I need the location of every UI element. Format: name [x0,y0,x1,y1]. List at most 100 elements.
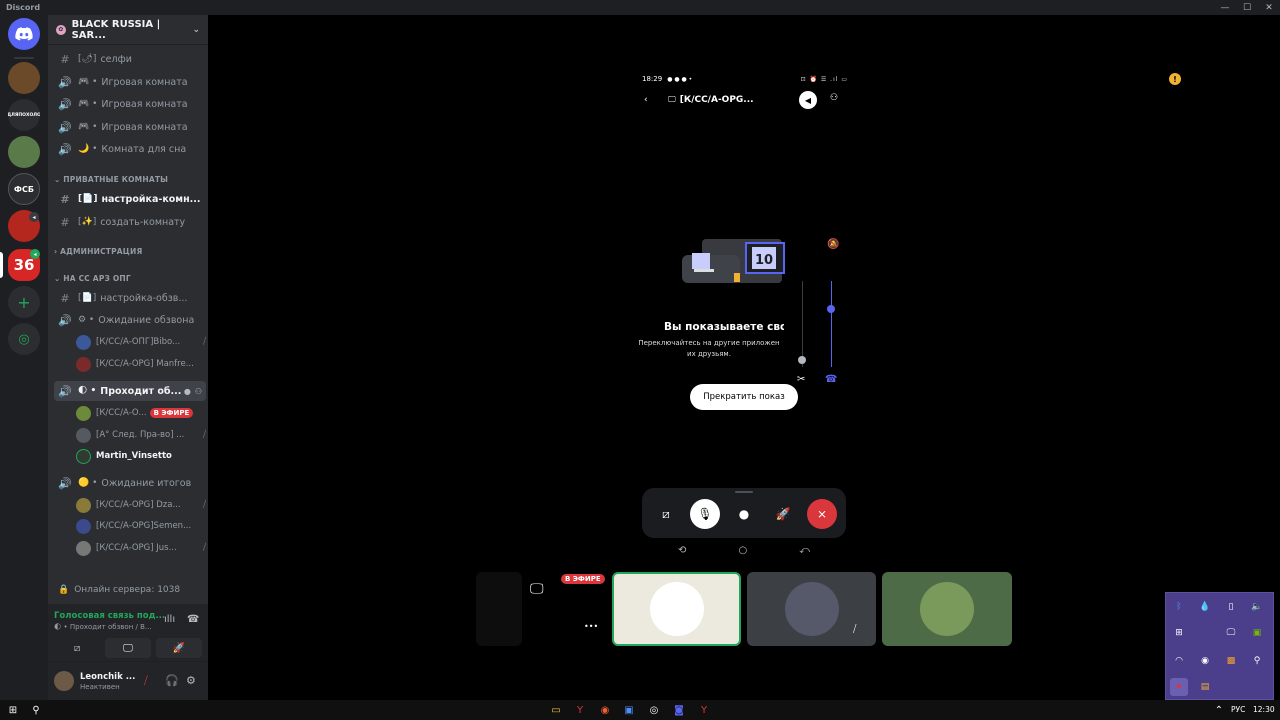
pin-icon[interactable]: ⚲ [1248,652,1266,670]
category-private-rooms[interactable]: ⌄ ПРИВАТНЫЕ КОМНАТЫ [54,175,168,184]
voice-user[interactable]: [К/СС/А-ОПГ]Bibo... ⧸ [76,333,206,351]
note-icon[interactable]: ▤ [1196,678,1214,696]
camera-off-button[interactable]: ⧄ [54,638,100,658]
add-server-button[interactable]: + [8,286,40,318]
server-icon-fsb[interactable]: ФСБ [8,173,40,205]
drag-handle[interactable] [735,491,753,493]
warning-icon[interactable]: ! [1169,73,1181,85]
participant-tile-speaking[interactable] [612,572,741,646]
camera-off-button[interactable]: ⧄ [651,499,681,529]
volume-slider-track[interactable] [802,281,803,367]
mic-slider-knob[interactable] [827,305,835,313]
volume-slider-knob[interactable] [798,356,806,364]
yandex-icon[interactable]: Y [697,703,711,717]
search-icon[interactable]: ⚲ [29,703,43,717]
avatar[interactable] [54,671,74,691]
discover-button[interactable]: ◎ [8,323,40,355]
steam-icon[interactable]: ◎ [647,703,661,717]
channel-game-room-2[interactable]: 🔊 🎮 • Игровая комната [54,94,206,114]
chrome-icon[interactable]: ◉ [1196,652,1214,670]
voice-status[interactable]: Голосовая связь под... [54,611,165,621]
participant-tile[interactable]: ⧸ [747,572,876,646]
yandex-browser-icon[interactable]: Y [573,703,587,717]
channel-game-room-3[interactable]: 🔊 🎮 • Игровая комната [54,117,206,137]
guild-header[interactable]: ✿ BLACK RUSSIA | SAR... ⌄ [48,15,208,45]
stream-tile-self[interactable]: 🖵 В ЭФИРЕ ••• [528,572,606,646]
microphone-button[interactable]: 🎙 [690,499,720,529]
discord-taskbar-icon[interactable]: ◙ [672,703,686,717]
home-button[interactable] [8,18,40,50]
app-icon[interactable]: ▣ [622,703,636,717]
windows-start-icon[interactable]: ⊞ [6,703,20,717]
channel-selfie[interactable]: # [🌶] селфи [54,49,206,69]
add-person-icon[interactable]: ⚇ [830,93,838,103]
stop-sharing-button[interactable]: Прекратить показ [690,384,798,410]
channel-waiting-call[interactable]: 🔊 ⚙ • Ожидание обзвона [54,310,206,330]
chat-bubble-icon[interactable]: ● [184,387,191,396]
recents-icon[interactable]: ⟲ [678,545,686,556]
display-icon[interactable]: 🖵 [1222,624,1240,642]
bluetooth-icon[interactable]: ᛒ [1170,598,1188,616]
disconnect-icon[interactable]: ☎ [187,614,199,625]
channel-game-room-1[interactable]: 🔊 🎮 • Игровая комната [54,72,206,92]
server-icon-2[interactable]: ДЛЯПОХОЛО [8,99,40,131]
language-indicator[interactable]: РУС [1231,705,1245,714]
nvidia-icon[interactable]: ▣ [1248,624,1266,642]
channel-call-settings[interactable]: # [📄] настройка-обзв... [54,288,206,308]
server-icon-3[interactable] [8,136,40,168]
screen-share-button[interactable]: 🖵 [105,638,151,658]
channel-waiting-results[interactable]: 🔊 🟡 • Ожидание итогов [54,473,206,493]
stop-stream-button[interactable]: ⨯ [807,499,837,529]
gear-icon[interactable]: ⚙ [186,674,196,687]
add-member-icon[interactable]: ⚇ [195,387,202,396]
app-orange-icon[interactable]: ▩ [1222,652,1240,670]
usb-icon[interactable]: ▯ [1222,598,1240,616]
headphones-icon[interactable]: 🎧 [165,674,179,687]
mic-slider-track[interactable] [831,281,832,367]
participant-tile[interactable] [882,572,1012,646]
back-arrow-icon[interactable]: ⤺ [799,545,810,556]
category-opg[interactable]: ⌄ НА СС АРЗ ОПГ [54,274,131,283]
channel-create-room[interactable]: # [✨] создать-комнату [54,212,206,232]
more-options-icon[interactable]: ••• [584,622,598,631]
voice-user[interactable]: [К/СС/А-О... В ЭФИРЕ [76,404,206,422]
voice-channel-path[interactable]: 🌓 • Проходит обзвон / B... [54,623,152,631]
voice-user[interactable]: [К/СС/А-OPG] Jus... ⧸ [76,539,206,557]
back-icon[interactable]: ‹ [644,95,658,105]
channel-passing-call[interactable]: 🔊 🌓 • Проходит об... ● ⚇ [54,381,206,401]
chat-button[interactable]: ● [729,499,759,529]
app-icon[interactable]: ◉ [598,703,612,717]
file-explorer-icon[interactable]: ▭ [549,703,563,717]
maximize-button[interactable]: ☐ [1236,0,1258,15]
deafen-icon[interactable]: ✂ [797,374,805,385]
home-circle-icon[interactable]: ○ [738,545,747,556]
mic-muted-icon[interactable]: ⧸ [144,674,148,688]
voice-user[interactable]: [А° След. Пра-во] ... ⧸ [76,426,206,444]
noise-suppression-icon[interactable]: ıllı [164,614,175,625]
server-icon-1[interactable] [8,62,40,94]
stream-tile-blank[interactable] [476,572,522,646]
chevron-up-icon[interactable]: ⌃ [1212,703,1226,717]
record-icon[interactable]: ⏺ [1170,678,1188,696]
voice-user[interactable]: [К/СС/А-OPG] Manfre... [76,355,206,373]
minimize-button[interactable]: — [1214,0,1236,15]
voice-user[interactable]: [К/СС/А-OPG] Dza... ⧸ [76,496,206,514]
drop-icon[interactable]: 💧 [1196,598,1214,616]
wifi-icon[interactable]: ◠ [1170,652,1188,670]
volume-icon[interactable]: 🔈 [1248,598,1266,616]
screen-share-icon: 🖵 [123,642,133,654]
voice-user[interactable]: [К/СС/А-OPG]Semen... [76,517,206,535]
voice-user[interactable]: Martin_Vinsetto [76,447,206,465]
app-tray-icon[interactable]: ⊞ [1170,624,1188,642]
activity-button[interactable]: 🚀 [768,499,798,529]
channel-room-settings[interactable]: # [📄] настройка-комн... [54,189,206,209]
bell-off-icon[interactable]: 🔕 [827,239,839,250]
speaker-button[interactable]: ◀ [799,91,817,109]
category-administration[interactable]: › АДМИНИСТРАЦИЯ [54,247,142,256]
close-button[interactable]: ✕ [1258,0,1280,15]
clock[interactable]: 12:30 [1253,705,1275,714]
user-name[interactable]: Leonchik ... [80,672,135,682]
channel-sleep-room[interactable]: 🔊 🌙 • Комната для сна [54,139,206,159]
activity-button[interactable]: 🚀 [156,638,202,658]
phone-icon[interactable]: ☎ [825,374,837,385]
